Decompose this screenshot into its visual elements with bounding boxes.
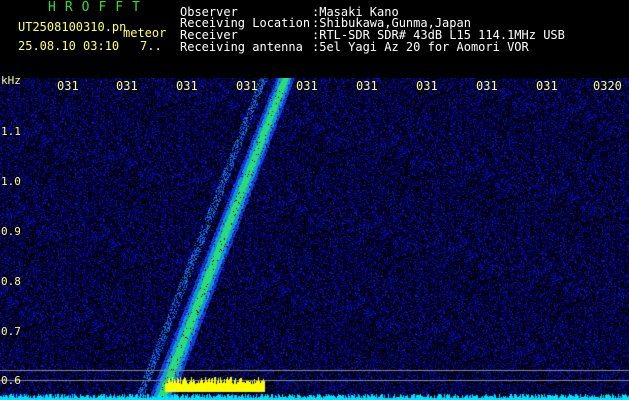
x-tick: 031 bbox=[416, 80, 438, 92]
file-name: UT2508100310.pn bbox=[18, 20, 127, 34]
y-tick: 0.7 bbox=[1, 325, 21, 338]
y-unit-label: kHz bbox=[1, 74, 21, 87]
spectrogram-canvas bbox=[0, 78, 629, 400]
header-panel: HROFFT UT2508100310.pn meteor 25.08.10 0… bbox=[0, 0, 629, 78]
x-tick: 0320 bbox=[593, 80, 622, 92]
x-tick: 031 bbox=[236, 80, 258, 92]
y-tick: 0.9 bbox=[1, 225, 21, 238]
x-tick: 031 bbox=[476, 80, 498, 92]
antenna-label: Receiving antenna bbox=[180, 40, 303, 54]
y-tick: 1.0 bbox=[1, 175, 21, 188]
x-tick: 031 bbox=[536, 80, 558, 92]
x-tick: 031 bbox=[57, 80, 79, 92]
x-tick: 031 bbox=[116, 80, 138, 92]
x-tick: 031 bbox=[296, 80, 318, 92]
timestamp: 25.08.10 03:10 bbox=[18, 39, 120, 53]
y-tick: 1.1 bbox=[1, 125, 21, 138]
app-brand: HROFFT bbox=[48, 0, 149, 15]
event-count: 7.. bbox=[140, 39, 162, 53]
y-tick: 0.6 bbox=[1, 374, 21, 387]
event-tag: meteor bbox=[123, 26, 167, 40]
x-tick: 031 bbox=[176, 80, 198, 92]
x-tick: 031 bbox=[356, 80, 378, 92]
antenna-value: :5el Yagi Az 20 for Aomori VOR bbox=[312, 40, 529, 54]
y-tick: 0.8 bbox=[1, 275, 21, 288]
